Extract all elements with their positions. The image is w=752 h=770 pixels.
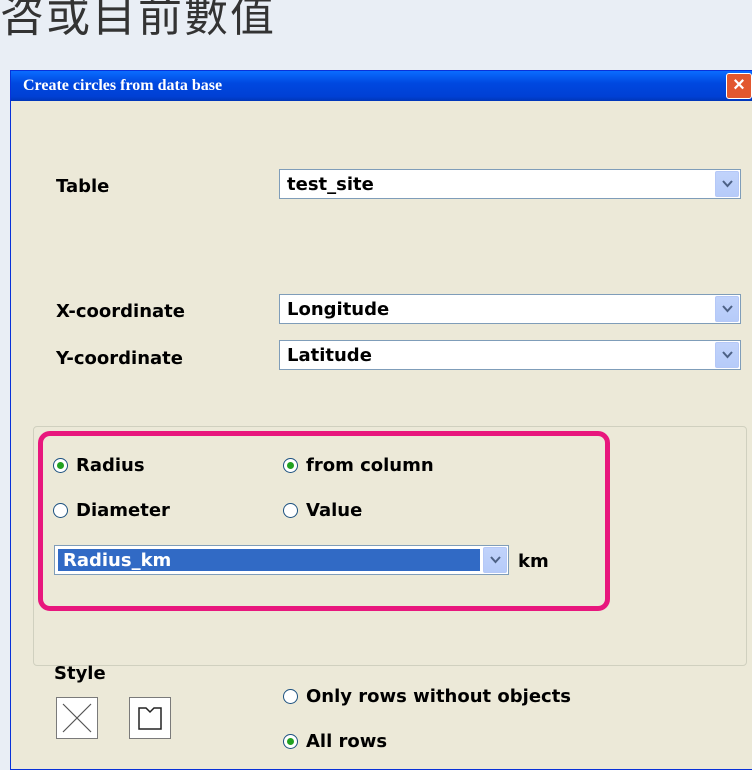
only-rows-without-objects-label: Only rows without objects bbox=[306, 686, 572, 707]
x-coordinate-value: Longitude bbox=[287, 299, 390, 320]
y-coordinate-label: Y-coordinate bbox=[56, 348, 183, 369]
table-select[interactable]: test_site bbox=[279, 169, 741, 199]
table-label: Table bbox=[56, 176, 110, 197]
page-heading: 咨或目前數值 bbox=[0, 0, 276, 42]
all-rows-label: All rows bbox=[306, 731, 388, 752]
y-coordinate-select[interactable]: Latitude bbox=[279, 340, 741, 370]
radio-unselected-indicator bbox=[283, 689, 298, 704]
cross-style-icon[interactable] bbox=[56, 697, 98, 739]
table-select-value: test_site bbox=[287, 174, 374, 195]
highlight-annotation bbox=[38, 431, 610, 611]
x-coordinate-label: X-coordinate bbox=[56, 301, 185, 322]
chevron-down-icon[interactable] bbox=[715, 296, 739, 322]
close-icon[interactable]: × bbox=[726, 73, 752, 99]
dialog-titlebar[interactable]: Create circles from data base × bbox=[11, 71, 752, 101]
chevron-down-icon[interactable] bbox=[715, 171, 739, 197]
radio-selected-indicator bbox=[283, 734, 298, 749]
square-style-icon[interactable] bbox=[129, 697, 171, 739]
y-coordinate-value: Latitude bbox=[287, 345, 372, 366]
style-label: Style bbox=[54, 663, 106, 684]
create-circles-dialog: Create circles from data base × Table te… bbox=[10, 70, 752, 770]
chevron-down-icon[interactable] bbox=[715, 342, 739, 368]
dialog-title: Create circles from data base bbox=[23, 77, 223, 94]
only-rows-without-objects-radio[interactable]: Only rows without objects bbox=[283, 686, 571, 707]
x-coordinate-select[interactable]: Longitude bbox=[279, 294, 741, 324]
all-rows-radio[interactable]: All rows bbox=[283, 731, 387, 752]
